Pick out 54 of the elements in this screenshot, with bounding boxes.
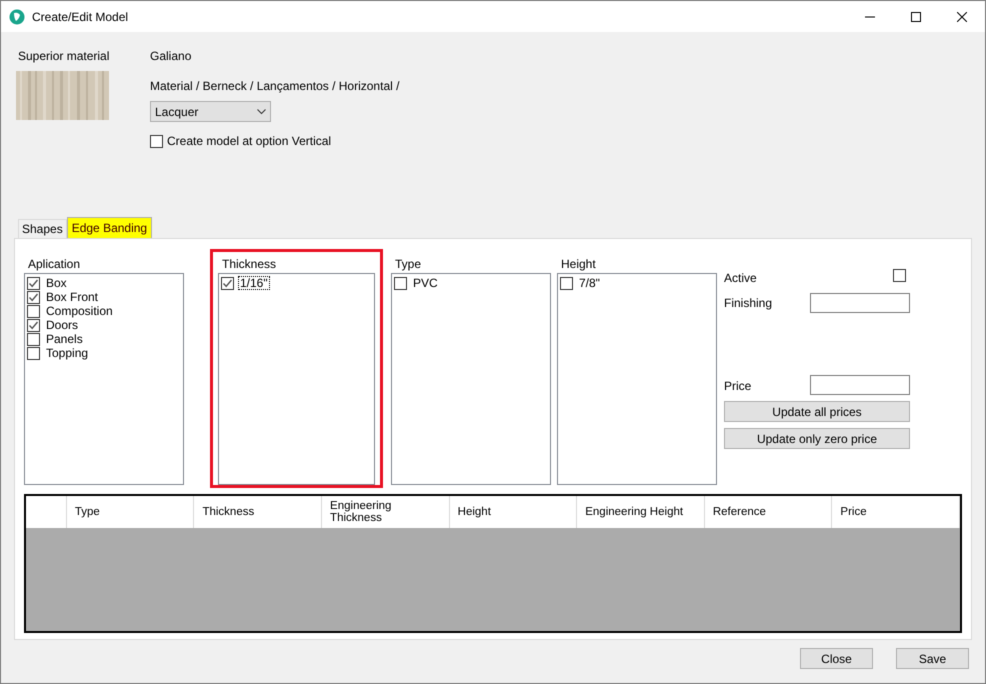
price-label: Price bbox=[724, 378, 752, 395]
checkbox-list[interactable]: 1/16" bbox=[218, 273, 375, 485]
vertical-checkbox[interactable] bbox=[150, 134, 163, 148]
column-header[interactable]: Height bbox=[450, 496, 578, 528]
list-title: Type bbox=[395, 256, 422, 273]
active-label: Active bbox=[724, 270, 757, 287]
list-item-label: Doors bbox=[45, 318, 80, 332]
finishing-label: Finishing bbox=[724, 295, 772, 312]
list-item-label: Composition bbox=[45, 304, 114, 318]
list-item-label: Panels bbox=[45, 332, 84, 346]
column-header[interactable]: Reference bbox=[704, 496, 832, 528]
material-name: Galiano bbox=[150, 48, 192, 65]
finish-dropdown[interactable]: Lacquer bbox=[150, 101, 271, 122]
list-title: Thickness bbox=[222, 256, 278, 273]
list-item-label: PVC bbox=[412, 276, 439, 290]
chevron-down-icon bbox=[257, 108, 266, 114]
dialog-button[interactable]: Close bbox=[800, 648, 873, 669]
dialog-button[interactable]: Save bbox=[896, 648, 969, 669]
item-checkbox[interactable] bbox=[560, 276, 573, 290]
checkbox-list[interactable]: 7/8" bbox=[557, 273, 717, 485]
item-checkbox[interactable] bbox=[27, 290, 40, 304]
window-title: Create/Edit Model bbox=[32, 8, 128, 26]
price-field[interactable] bbox=[810, 375, 910, 395]
list-item-label: Box Front bbox=[45, 290, 100, 304]
column-header[interactable]: Engineering Thickness bbox=[322, 496, 450, 528]
list-item-label: 1/16" bbox=[238, 276, 270, 290]
tab[interactable]: Edge Banding bbox=[66, 217, 152, 238]
item-checkbox[interactable] bbox=[27, 304, 40, 318]
item-checkbox[interactable] bbox=[27, 318, 40, 332]
item-checkbox[interactable] bbox=[27, 276, 40, 290]
finishing-field[interactable] bbox=[810, 293, 910, 313]
update-button[interactable]: Update all prices bbox=[724, 401, 910, 422]
column-header[interactable]: Price bbox=[832, 496, 960, 528]
item-checkbox[interactable] bbox=[27, 332, 40, 346]
column-header[interactable]: Thickness bbox=[194, 496, 322, 528]
vertical-checkbox-label: Create model at option Vertical bbox=[167, 133, 332, 150]
active-checkbox[interactable] bbox=[893, 269, 906, 282]
list-item-label: 7/8" bbox=[578, 276, 601, 290]
tab[interactable]: Shapes bbox=[18, 219, 67, 238]
item-checkbox[interactable] bbox=[27, 346, 40, 360]
column-header[interactable]: Engineering Height bbox=[577, 496, 705, 528]
checkbox-list[interactable]: Box Box Front Composition Doors Panels Topping bbox=[24, 273, 184, 485]
app-logo-icon bbox=[9, 8, 25, 24]
list-title: Height bbox=[561, 256, 597, 273]
item-checkbox[interactable] bbox=[394, 276, 407, 290]
list-item-label: Box bbox=[45, 276, 68, 290]
column-header[interactable]: Type bbox=[66, 496, 194, 528]
list-title: Aplication bbox=[28, 256, 82, 273]
checkbox-list[interactable]: PVC bbox=[391, 273, 551, 485]
update-button[interactable]: Update only zero price bbox=[724, 428, 910, 449]
material-label: Superior material bbox=[18, 48, 110, 65]
list-item-label: Topping bbox=[45, 346, 90, 360]
material-path: Material / Berneck / Lançamentos / Horizontal / bbox=[150, 78, 400, 95]
item-checkbox[interactable] bbox=[221, 276, 234, 290]
